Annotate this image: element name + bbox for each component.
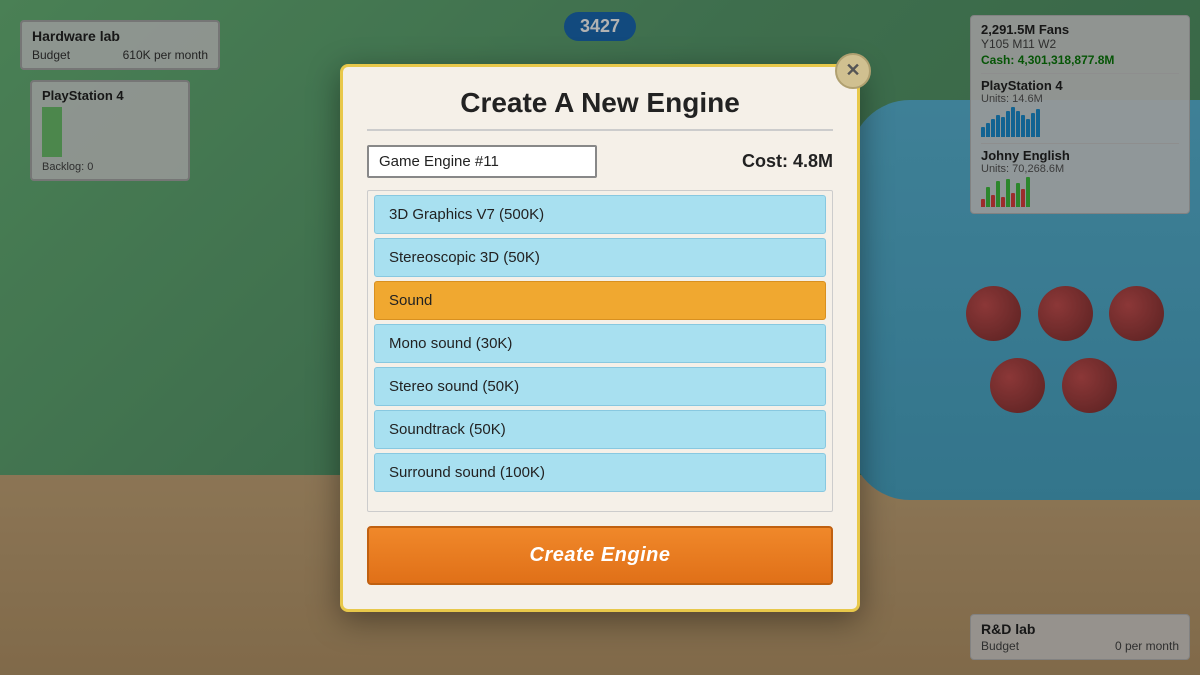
cost-label: Cost: 4.8M [742, 151, 833, 172]
modal-title: Create A New Engine [367, 87, 833, 131]
close-button[interactable]: ✕ [835, 53, 871, 89]
category-header[interactable]: Sound [374, 281, 826, 320]
feature-item[interactable]: Stereoscopic 3D (50K) [374, 238, 826, 277]
features-scroll[interactable]: 3D Graphics V7 (500K) Stereoscopic 3D (50… [368, 191, 832, 511]
create-engine-button[interactable]: Create Engine [367, 526, 833, 585]
create-engine-dialog: ✕ Create A New Engine Cost: 4.8M 3D Grap… [340, 64, 860, 612]
feature-item[interactable]: Soundtrack (50K) [374, 410, 826, 449]
feature-item[interactable]: Surround sound (100K) [374, 453, 826, 492]
modal-overlay: ✕ Create A New Engine Cost: 4.8M 3D Grap… [0, 0, 1200, 675]
feature-item[interactable]: 3D Graphics V7 (500K) [374, 195, 826, 234]
engine-name-input[interactable] [367, 145, 597, 178]
feature-item[interactable]: Stereo sound (50K) [374, 367, 826, 406]
feature-item[interactable]: Mono sound (30K) [374, 324, 826, 363]
modal-top-row: Cost: 4.8M [367, 145, 833, 178]
features-container: 3D Graphics V7 (500K) Stereoscopic 3D (50… [367, 190, 833, 512]
